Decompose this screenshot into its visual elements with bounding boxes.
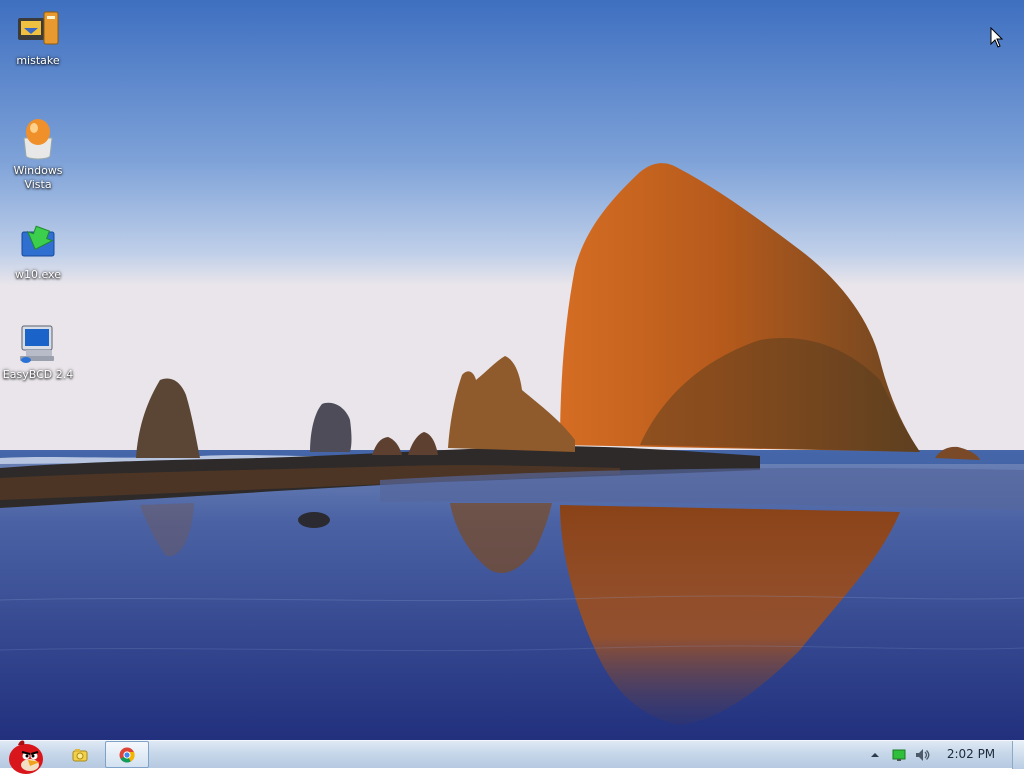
- desktop-wallpaper: [0, 0, 1024, 740]
- desktop-icon-label: mistake: [16, 54, 60, 67]
- egg-installer-icon: [23, 119, 53, 160]
- mouse-pointer-icon: [990, 27, 1004, 48]
- taskbar-button-file-explorer[interactable]: [58, 741, 102, 769]
- network-icon[interactable]: [892, 748, 906, 762]
- desktop-icon-w10-exe[interactable]: w10.exe: [0, 222, 76, 282]
- desktop-icon-label: EasyBCD 2.4: [2, 368, 74, 381]
- start-button[interactable]: [0, 740, 52, 774]
- computer-package-icon: [18, 11, 59, 45]
- desktop-icon-label: Windows Vista: [13, 164, 63, 191]
- chrome-icon: [119, 747, 135, 762]
- easybcd-computer-icon: [20, 325, 54, 363]
- show-desktop-button[interactable]: [1012, 741, 1024, 769]
- taskbar-button-chrome[interactable]: [105, 741, 149, 768]
- show-hidden-icons-arrow[interactable]: [870, 750, 880, 760]
- notification-area: 2:02 PM: [864, 741, 1024, 769]
- desktop-icon-easybcd[interactable]: EasyBCD 2.4: [0, 322, 76, 382]
- install-arrow-icon: [21, 225, 55, 257]
- desktop-icon-windows-vista[interactable]: Windows Vista: [0, 118, 76, 192]
- file-explorer-icon: [72, 749, 88, 762]
- desktop-icon-label: w10.exe: [14, 268, 61, 281]
- taskbar: 2:02 PM: [0, 740, 1024, 774]
- volume-icon[interactable]: [914, 747, 930, 763]
- clock[interactable]: 2:02 PM: [940, 747, 1002, 761]
- desktop-icon-mistake[interactable]: mistake: [0, 8, 76, 68]
- angry-bird-icon: [9, 740, 43, 774]
